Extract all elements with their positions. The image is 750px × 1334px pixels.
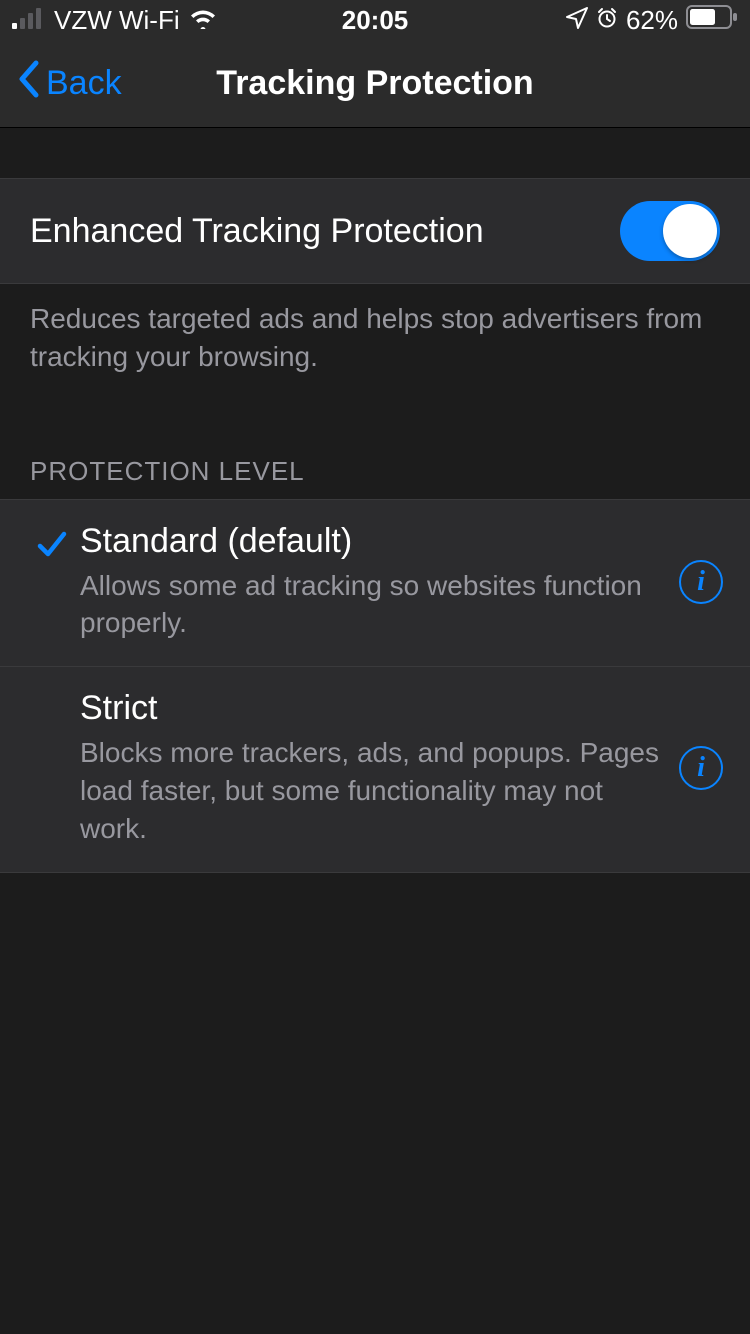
- enhanced-tracking-row[interactable]: Enhanced Tracking Protection: [0, 178, 750, 284]
- protection-level-header: PROTECTION LEVEL: [0, 404, 750, 499]
- checkmark-icon: [34, 526, 70, 567]
- option-standard-desc: Allows some ad tracking so websites func…: [80, 567, 660, 643]
- option-strict-title: Strict: [80, 689, 660, 728]
- info-icon[interactable]: i: [679, 560, 723, 604]
- option-strict[interactable]: Strict Blocks more trackers, ads, and po…: [0, 666, 750, 872]
- wifi-icon: [188, 5, 218, 36]
- enhanced-tracking-toggle[interactable]: [620, 201, 720, 261]
- check-column: [24, 689, 80, 693]
- chevron-left-icon: [16, 59, 40, 108]
- status-time: 20:05: [342, 5, 409, 36]
- status-bar: VZW Wi-Fi 20:05 62%: [0, 0, 750, 40]
- spacer: [0, 128, 750, 178]
- battery-percent: 62%: [626, 5, 678, 36]
- location-icon: [566, 5, 588, 36]
- enhanced-tracking-label: Enhanced Tracking Protection: [30, 212, 484, 251]
- cellular-signal-icon: [12, 5, 46, 36]
- alarm-icon: [596, 5, 618, 36]
- battery-icon: [686, 5, 738, 36]
- page-title: Tracking Protection: [216, 64, 533, 103]
- option-body: Strict Blocks more trackers, ads, and po…: [80, 689, 676, 847]
- toggle-knob: [663, 204, 717, 258]
- back-button[interactable]: Back: [0, 59, 122, 108]
- status-right: 62%: [566, 5, 738, 36]
- enhanced-tracking-description: Reduces targeted ads and helps stop adve…: [0, 284, 750, 404]
- option-body: Standard (default) Allows some ad tracki…: [80, 522, 676, 643]
- check-column: [24, 522, 80, 567]
- nav-bar: Back Tracking Protection: [0, 40, 750, 128]
- option-standard[interactable]: Standard (default) Allows some ad tracki…: [0, 499, 750, 667]
- option-standard-title: Standard (default): [80, 522, 660, 561]
- option-strict-desc: Blocks more trackers, ads, and popups. P…: [80, 734, 660, 847]
- info-icon[interactable]: i: [679, 746, 723, 790]
- back-label: Back: [46, 64, 122, 103]
- carrier-label: VZW Wi-Fi: [54, 5, 180, 36]
- status-left: VZW Wi-Fi: [12, 5, 218, 36]
